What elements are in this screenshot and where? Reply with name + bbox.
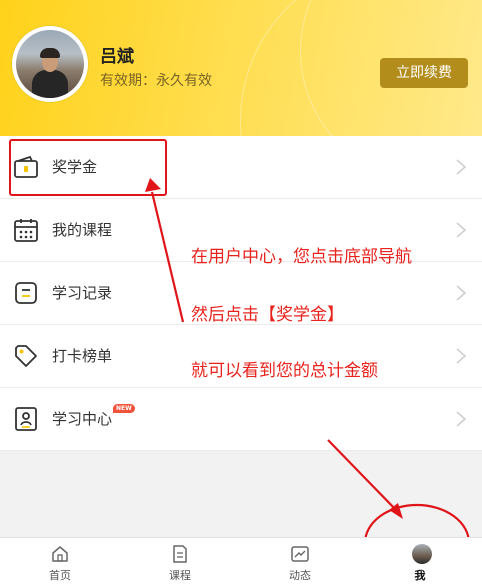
tab-courses[interactable]: 课程 <box>120 538 240 587</box>
membership-validity: 有效期：永久有效 <box>100 73 212 89</box>
menu-item-label: 我的课程 <box>52 221 113 239</box>
id-card-icon <box>15 407 37 431</box>
chevron-right-icon <box>456 159 467 175</box>
menu-item-label: 学习记录 <box>52 284 113 302</box>
avatar[interactable] <box>12 26 88 102</box>
username: 吕斌 <box>100 47 134 67</box>
trend-icon <box>291 546 309 562</box>
menu-item-study-center[interactable]: 学习中心 NEW <box>0 388 482 451</box>
tab-label: 动态 <box>289 569 311 582</box>
renew-button[interactable]: 立即续费 <box>380 58 468 88</box>
calendar-icon <box>14 219 38 242</box>
user-avatar-icon <box>412 544 432 564</box>
tab-home[interactable]: 首页 <box>0 538 120 587</box>
menu-item-label: 学习中心 <box>52 410 113 428</box>
chevron-right-icon <box>456 348 467 364</box>
chevron-right-icon <box>456 411 467 427</box>
chevron-right-icon <box>456 222 467 238</box>
record-icon <box>15 282 37 304</box>
bottom-tab-bar: 首页 课程 动态 我 <box>0 537 482 587</box>
tab-label: 我 <box>414 569 426 582</box>
tag-icon <box>15 345 37 367</box>
highlight-box <box>9 139 167 196</box>
profile-header: 吕斌 有效期：永久有效 立即续费 <box>0 0 482 136</box>
chevron-right-icon <box>456 285 467 301</box>
home-icon <box>52 546 68 562</box>
tab-me[interactable]: 我 <box>360 538 480 587</box>
tab-label: 课程 <box>169 569 191 582</box>
menu-item-label: 打卡榜单 <box>52 347 113 365</box>
tab-label: 首页 <box>49 569 71 582</box>
document-icon <box>173 545 187 563</box>
tab-feed[interactable]: 动态 <box>240 538 360 587</box>
annotation-text: 就可以看到您的总计金额 <box>191 361 378 381</box>
annotation-text: 在用户中心，您点击底部导航 <box>191 247 412 267</box>
annotation-text: 然后点击【奖学金】 <box>191 305 344 325</box>
arrow-head-icon <box>389 503 403 519</box>
new-badge: NEW <box>113 404 135 413</box>
